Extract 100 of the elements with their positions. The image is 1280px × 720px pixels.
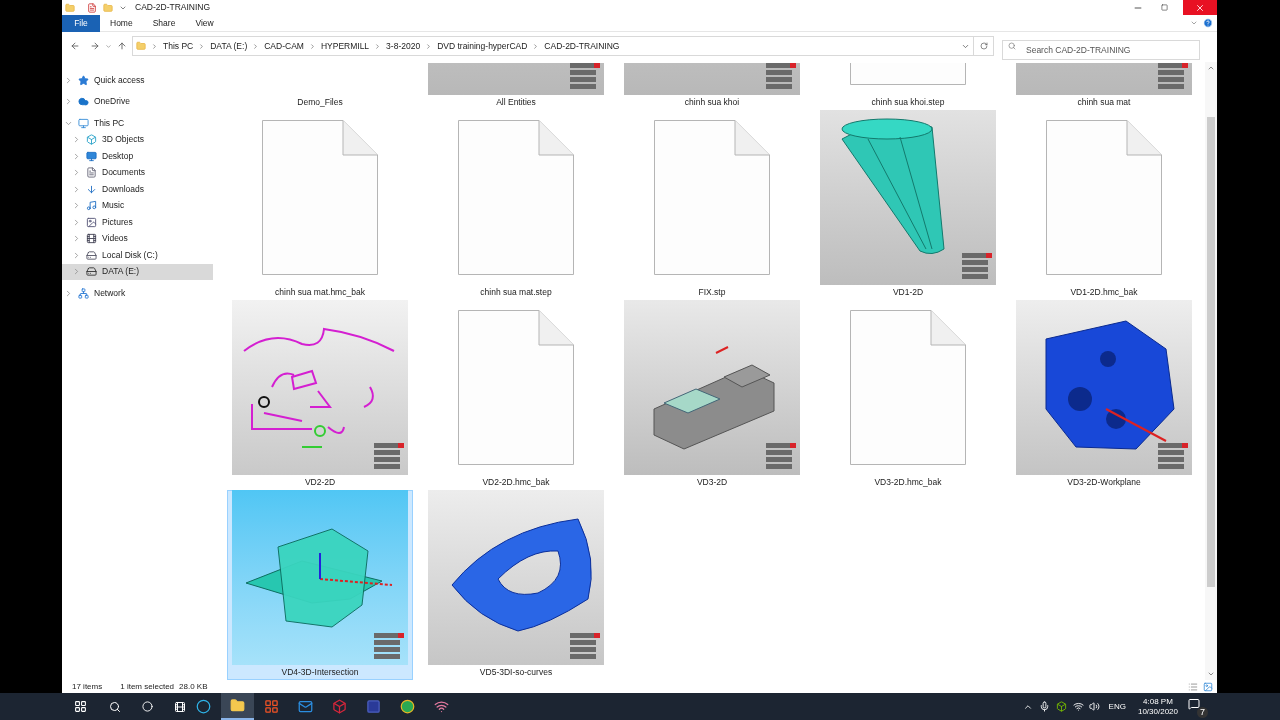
nav-item[interactable]: Documents	[62, 164, 213, 181]
file-name: chinh sua mat.hmc_bak	[275, 286, 365, 299]
file-type-icon	[1158, 443, 1188, 471]
nav-label: Documents	[102, 166, 145, 180]
file-item[interactable]: Demo_Files	[227, 62, 413, 110]
details-view-icon[interactable]	[1188, 681, 1198, 692]
file-item[interactable]: VD3-2D.hmc_bak	[815, 300, 1001, 490]
help-icon[interactable]	[1203, 18, 1213, 28]
file-name: VD4-3D-Intersection	[281, 666, 359, 679]
ribbon-tab[interactable]: Share	[142, 14, 186, 32]
file-item[interactable]: VD4-3D-Intersection	[227, 490, 413, 680]
forward-icon[interactable]	[90, 41, 100, 51]
nav-item[interactable]: Pictures	[62, 214, 213, 231]
windows-icon[interactable]	[74, 700, 87, 713]
selection-status: 1 item selected	[120, 680, 175, 693]
nav-label: Quick access	[94, 73, 145, 87]
file-type-icon	[570, 633, 600, 661]
breadcrumb[interactable]: DATA (E:)	[210, 39, 248, 53]
microphone-icon[interactable]	[1038, 701, 1050, 712]
nav-item[interactable]: Music	[62, 197, 213, 214]
clock-date: 10/30/2020	[1137, 706, 1178, 717]
breadcrumb[interactable]: 3-8-2020	[386, 39, 421, 53]
file-item[interactable]: All Entities	[423, 62, 609, 110]
file-type-icon	[766, 443, 796, 471]
breadcrumb[interactable]: CAD-2D-TRAINING	[544, 39, 620, 53]
music-icon	[86, 200, 97, 212]
nav-item[interactable]: Local Disk (C:)	[62, 247, 213, 264]
properties-icon[interactable]	[87, 2, 97, 13]
scroll-down-icon[interactable]	[1207, 670, 1215, 678]
notification-button[interactable]: 7	[1186, 695, 1208, 718]
nav-item[interactable]: This PC	[62, 115, 213, 132]
file-type-icon	[374, 633, 404, 661]
chevron-icon[interactable]	[64, 288, 73, 298]
nav-label: Downloads	[102, 182, 145, 196]
nav-item[interactable]: Quick access	[62, 72, 213, 89]
separator-icon	[532, 42, 540, 50]
separator-icon	[252, 42, 260, 50]
chevron-icon[interactable]	[64, 75, 73, 85]
file-item[interactable]: VD5-3DI-so-curves	[423, 490, 609, 680]
file-item[interactable]: VD2-2D.hmc_bak	[423, 300, 609, 490]
scroll-thumb[interactable]	[1207, 117, 1215, 587]
folder-icon[interactable]	[65, 2, 75, 13]
maximize-icon[interactable]	[1161, 4, 1168, 11]
file-name: VD1-2D	[892, 286, 924, 299]
expand-ribbon-icon[interactable]	[1190, 19, 1198, 27]
nav-label: Local Disk (C:)	[102, 248, 158, 262]
close-button[interactable]	[1183, 0, 1217, 15]
recent-icon[interactable]	[105, 42, 112, 50]
breadcrumb[interactable]: DVD training-hyperCAD	[437, 39, 528, 53]
breadcrumb[interactable]: CAD-CAM	[264, 39, 304, 53]
cube-icon	[332, 699, 347, 714]
chevron-icon[interactable]	[64, 97, 73, 107]
cube-icon	[86, 134, 97, 146]
file-item[interactable]: chinh sua mat.step	[423, 110, 609, 300]
nav-item[interactable]: Videos	[62, 230, 213, 247]
address-bar[interactable]: This PC DATA (E:) CAD-CAM HYPERMILL 3-8-2020 DVD training-hyperCAD CAD-2D-TRAINING	[132, 36, 974, 56]
file-item[interactable]: FIX.stp	[619, 110, 805, 300]
file-item[interactable]: VD1-2D	[815, 110, 1001, 300]
refresh-button[interactable]	[974, 36, 994, 56]
file-item[interactable]: VD3-2D	[619, 300, 805, 490]
file-tab[interactable]: File	[62, 14, 100, 32]
nav-item[interactable]: Network	[62, 285, 213, 302]
ribbon-tab[interactable]: View	[185, 14, 224, 32]
notification-badge: 7	[1197, 706, 1208, 718]
file-item[interactable]: VD1-2D.hmc_bak	[1011, 110, 1197, 300]
thumbnail-view-icon[interactable]	[1203, 681, 1213, 692]
file-item[interactable]: VD2-2D	[227, 300, 413, 490]
nav-item[interactable]: Desktop	[62, 148, 213, 165]
nav-label: OneDrive	[94, 95, 130, 109]
up-icon[interactable]	[117, 41, 127, 51]
nav-item[interactable]: OneDrive	[62, 93, 213, 110]
file-item[interactable]: chinh sua mat.hmc_bak	[227, 110, 413, 300]
drive-icon	[86, 266, 97, 278]
back-icon[interactable]	[70, 41, 80, 51]
clock[interactable]: 4:08 PM 10/30/2020	[1137, 696, 1178, 717]
network-icon[interactable]	[1072, 701, 1084, 712]
ribbon-tab[interactable]: Home	[100, 14, 143, 32]
breadcrumb[interactable]: HYPERMILL	[320, 39, 370, 53]
breadcrumb[interactable]: This PC	[163, 39, 194, 53]
search-field[interactable]: Search CAD-2D-TRAINING	[1002, 40, 1200, 60]
nav-item[interactable]: 3D Objects	[62, 131, 213, 148]
new-folder-icon[interactable]	[103, 2, 113, 13]
volume-icon[interactable]	[1088, 701, 1100, 712]
nav-item[interactable]: DATA (E:)	[62, 263, 213, 280]
taskbar-app[interactable]	[221, 693, 254, 720]
file-item[interactable]: VD3-2D-Workplane	[1011, 300, 1197, 490]
scrollbar[interactable]	[1205, 62, 1217, 680]
scroll-up-icon[interactable]	[1207, 64, 1215, 72]
document-icon	[458, 309, 574, 465]
file-name: VD1-2D.hmc_bak	[1070, 286, 1138, 299]
file-type-icon	[766, 63, 796, 91]
file-name: Demo_Files	[297, 96, 343, 109]
file-item[interactable]: chinh sua khoi	[619, 62, 805, 110]
separator-icon	[198, 42, 206, 50]
file-name: chinh sua khoi.step	[871, 96, 945, 109]
nav-item[interactable]: Downloads	[62, 181, 213, 198]
file-item[interactable]: chinh sua mat	[1011, 62, 1197, 110]
search-icon[interactable]	[109, 700, 121, 713]
language-indicator[interactable]: ENG	[1108, 700, 1126, 713]
file-item[interactable]: chinh sua khoi.step	[815, 62, 1001, 110]
